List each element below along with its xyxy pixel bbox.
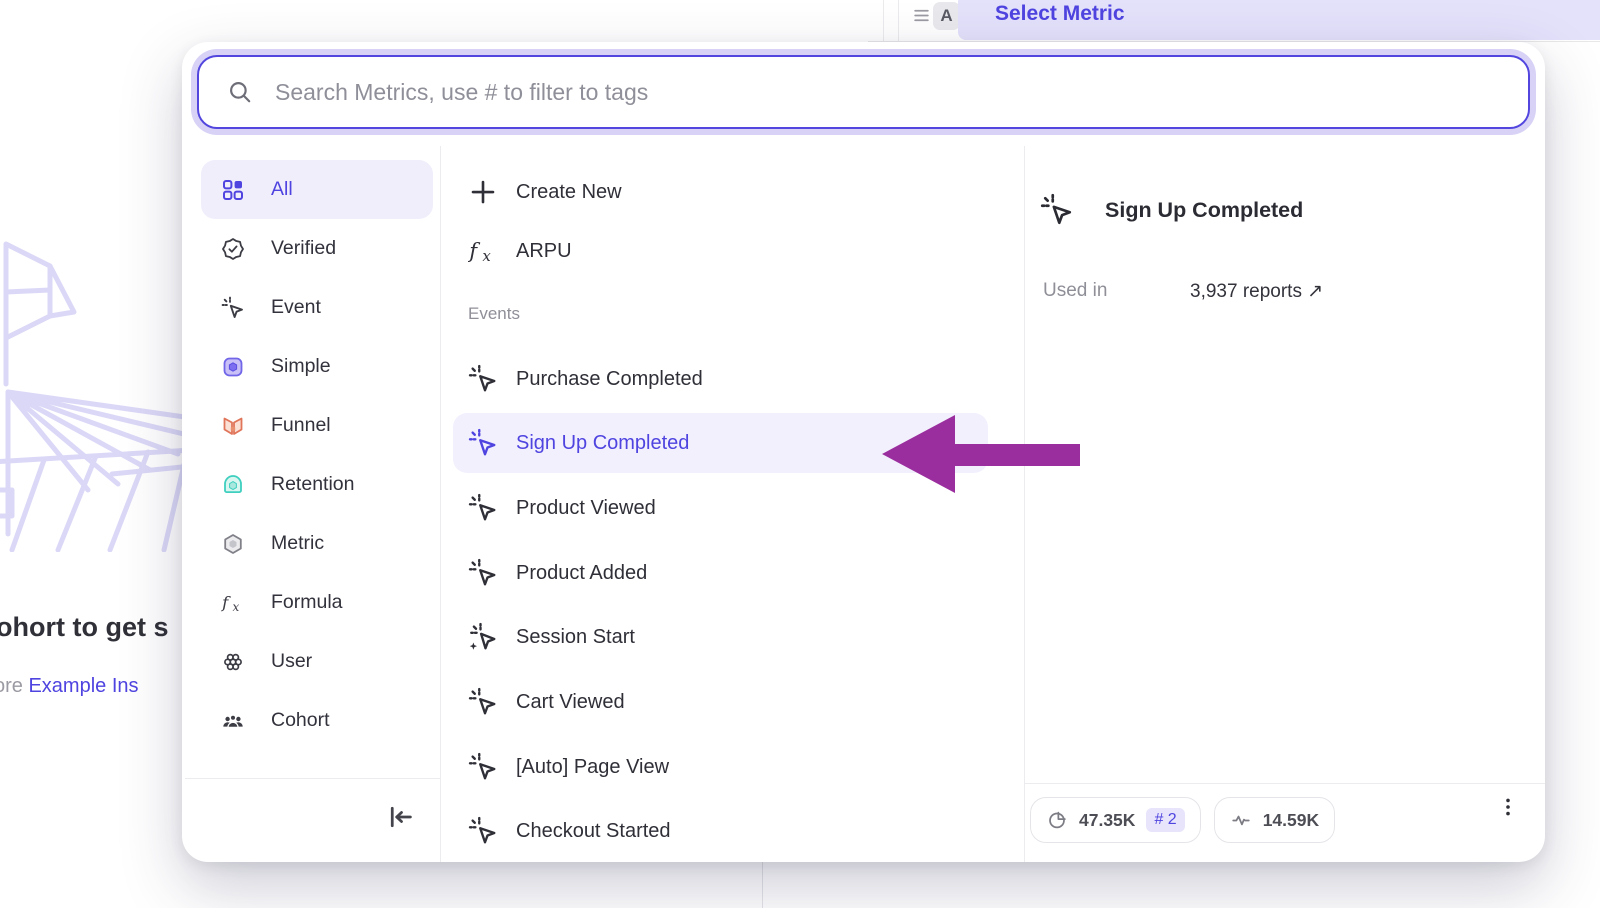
- background-heading-fragment: ohort to get s: [0, 612, 168, 643]
- metric-picker-modal: All Verified Event Simple Funnel Retenti…: [182, 42, 1545, 862]
- metric-hexagon-icon: [221, 532, 245, 556]
- user-cluster-icon: [221, 650, 245, 674]
- list-item-label: Checkout Started: [516, 820, 671, 843]
- list-item-event-selected[interactable]: Sign Up Completed: [453, 413, 988, 473]
- detail-title: Sign Up Completed: [1105, 198, 1303, 223]
- sidebar-item-label: User: [271, 650, 312, 673]
- sidebar-item-cohort[interactable]: Cohort: [201, 691, 433, 750]
- list-item-label: ARPU: [516, 240, 572, 263]
- sidebar-item-label: Retention: [271, 473, 354, 496]
- plus-icon: [468, 177, 498, 207]
- list-item-event[interactable]: Purchase Completed: [453, 349, 988, 409]
- list-item-label: Session Start: [516, 626, 635, 649]
- sidebar-item-all[interactable]: All: [201, 160, 433, 219]
- sidebar-item-label: Verified: [271, 237, 336, 260]
- metric-list: Create New ARPU Events Purchase Complete…: [441, 42, 1024, 862]
- events-section-label: Events: [468, 299, 520, 329]
- list-item-event[interactable]: Product Added: [453, 543, 988, 603]
- sidebar-item-metric[interactable]: Metric: [201, 514, 433, 573]
- event-cursor-icon: [468, 428, 498, 458]
- detail-footer-divider: [1024, 783, 1545, 784]
- external-link-icon: ↗: [1307, 281, 1323, 302]
- list-item-label: Purchase Completed: [516, 368, 703, 391]
- detail-title-row: Sign Up Completed: [1040, 188, 1303, 232]
- list-item-event[interactable]: Checkout Started: [453, 801, 988, 861]
- sidebar-item-label: Cohort: [271, 709, 330, 732]
- list-item-arpu[interactable]: ARPU: [453, 221, 988, 281]
- grid-icon: [221, 178, 245, 202]
- column-divider: [1024, 146, 1025, 862]
- create-new-label: Create New: [516, 181, 622, 204]
- reports-count: 3,937 reports: [1190, 281, 1302, 302]
- session-start-icon: [468, 622, 498, 652]
- event-cursor-icon: [468, 493, 498, 523]
- background-wireframe-art: [0, 222, 192, 552]
- sidebar-item-simple[interactable]: Simple: [201, 337, 433, 396]
- verified-badge-icon: [221, 237, 245, 261]
- drag-handle-icon[interactable]: [913, 7, 930, 24]
- formula-fx-icon: [221, 591, 245, 615]
- list-item-event[interactable]: Cart Viewed: [453, 672, 988, 732]
- pie-chart-icon: [1046, 809, 1068, 831]
- event-cursor-icon: [468, 752, 498, 782]
- retention-icon: [221, 473, 245, 497]
- event-cursor-icon: [468, 558, 498, 588]
- list-item-event[interactable]: [Auto] Page View: [453, 737, 988, 797]
- metric-letter-badge: A: [933, 2, 960, 30]
- list-item-event[interactable]: Session Start: [453, 607, 988, 667]
- list-item-label: Sign Up Completed: [516, 432, 689, 455]
- activity-pill[interactable]: 14.59K: [1214, 797, 1335, 843]
- cohort-people-icon: [221, 709, 245, 733]
- list-item-event[interactable]: Product Viewed: [453, 478, 988, 538]
- sidebar-item-formula[interactable]: Formula: [201, 573, 433, 632]
- filter-sidebar: All Verified Event Simple Funnel Retenti…: [197, 160, 441, 750]
- panel-border-line: [883, 0, 884, 42]
- stat-value: 47.35K: [1079, 810, 1135, 831]
- sidebar-item-event[interactable]: Event: [201, 278, 433, 337]
- select-metric-label[interactable]: Select Metric: [995, 2, 1125, 26]
- sidebar-item-label: Metric: [271, 532, 324, 555]
- example-insights-link[interactable]: Example Ins: [28, 675, 138, 697]
- sidebar-item-label: Simple: [271, 355, 331, 378]
- event-cursor-icon: [468, 816, 498, 846]
- funnel-icon: [221, 414, 245, 438]
- used-in-label: Used in: [1043, 280, 1107, 302]
- background-link-prefix: ore: [0, 675, 23, 697]
- sidebar-item-label: Funnel: [271, 414, 331, 437]
- sidebar-item-funnel[interactable]: Funnel: [201, 396, 433, 455]
- event-cursor-icon: [468, 364, 498, 394]
- sidebar-item-label: Formula: [271, 591, 343, 614]
- sidebar-footer-divider: [185, 778, 440, 779]
- sidebar-item-retention[interactable]: Retention: [201, 455, 433, 514]
- background-link-row: ore Example Ins: [0, 675, 139, 698]
- panel-border-line: [762, 862, 763, 908]
- kebab-menu-icon[interactable]: [1496, 795, 1520, 819]
- event-cursor-icon: [1040, 193, 1074, 227]
- total-events-pill[interactable]: 47.35K # 2: [1030, 797, 1201, 843]
- list-item-label: Product Viewed: [516, 497, 656, 520]
- collapse-left-icon[interactable]: [386, 802, 416, 832]
- stat-value: 14.59K: [1263, 810, 1319, 831]
- event-cursor-icon: [221, 296, 245, 320]
- list-item-label: Product Added: [516, 562, 647, 585]
- create-new-button[interactable]: Create New: [453, 162, 988, 222]
- rank-chip: # 2: [1146, 808, 1184, 832]
- sidebar-item-verified[interactable]: Verified: [201, 219, 433, 278]
- formula-fx-icon: [468, 236, 498, 266]
- panel-border-line: [898, 0, 899, 42]
- select-metric-row[interactable]: Select Metric: [958, 0, 1600, 40]
- sidebar-item-label: All: [271, 178, 293, 201]
- detail-stat-badges: 47.35K # 2 14.59K: [1030, 797, 1335, 843]
- list-item-label: [Auto] Page View: [516, 756, 669, 779]
- sidebar-item-user[interactable]: User: [201, 632, 433, 691]
- activity-icon: [1230, 809, 1252, 831]
- simple-icon: [221, 355, 245, 379]
- event-cursor-icon: [468, 687, 498, 717]
- list-item-label: Cart Viewed: [516, 691, 625, 714]
- sidebar-item-label: Event: [271, 296, 321, 319]
- used-in-reports-link[interactable]: 3,937 reports ↗: [1190, 280, 1323, 303]
